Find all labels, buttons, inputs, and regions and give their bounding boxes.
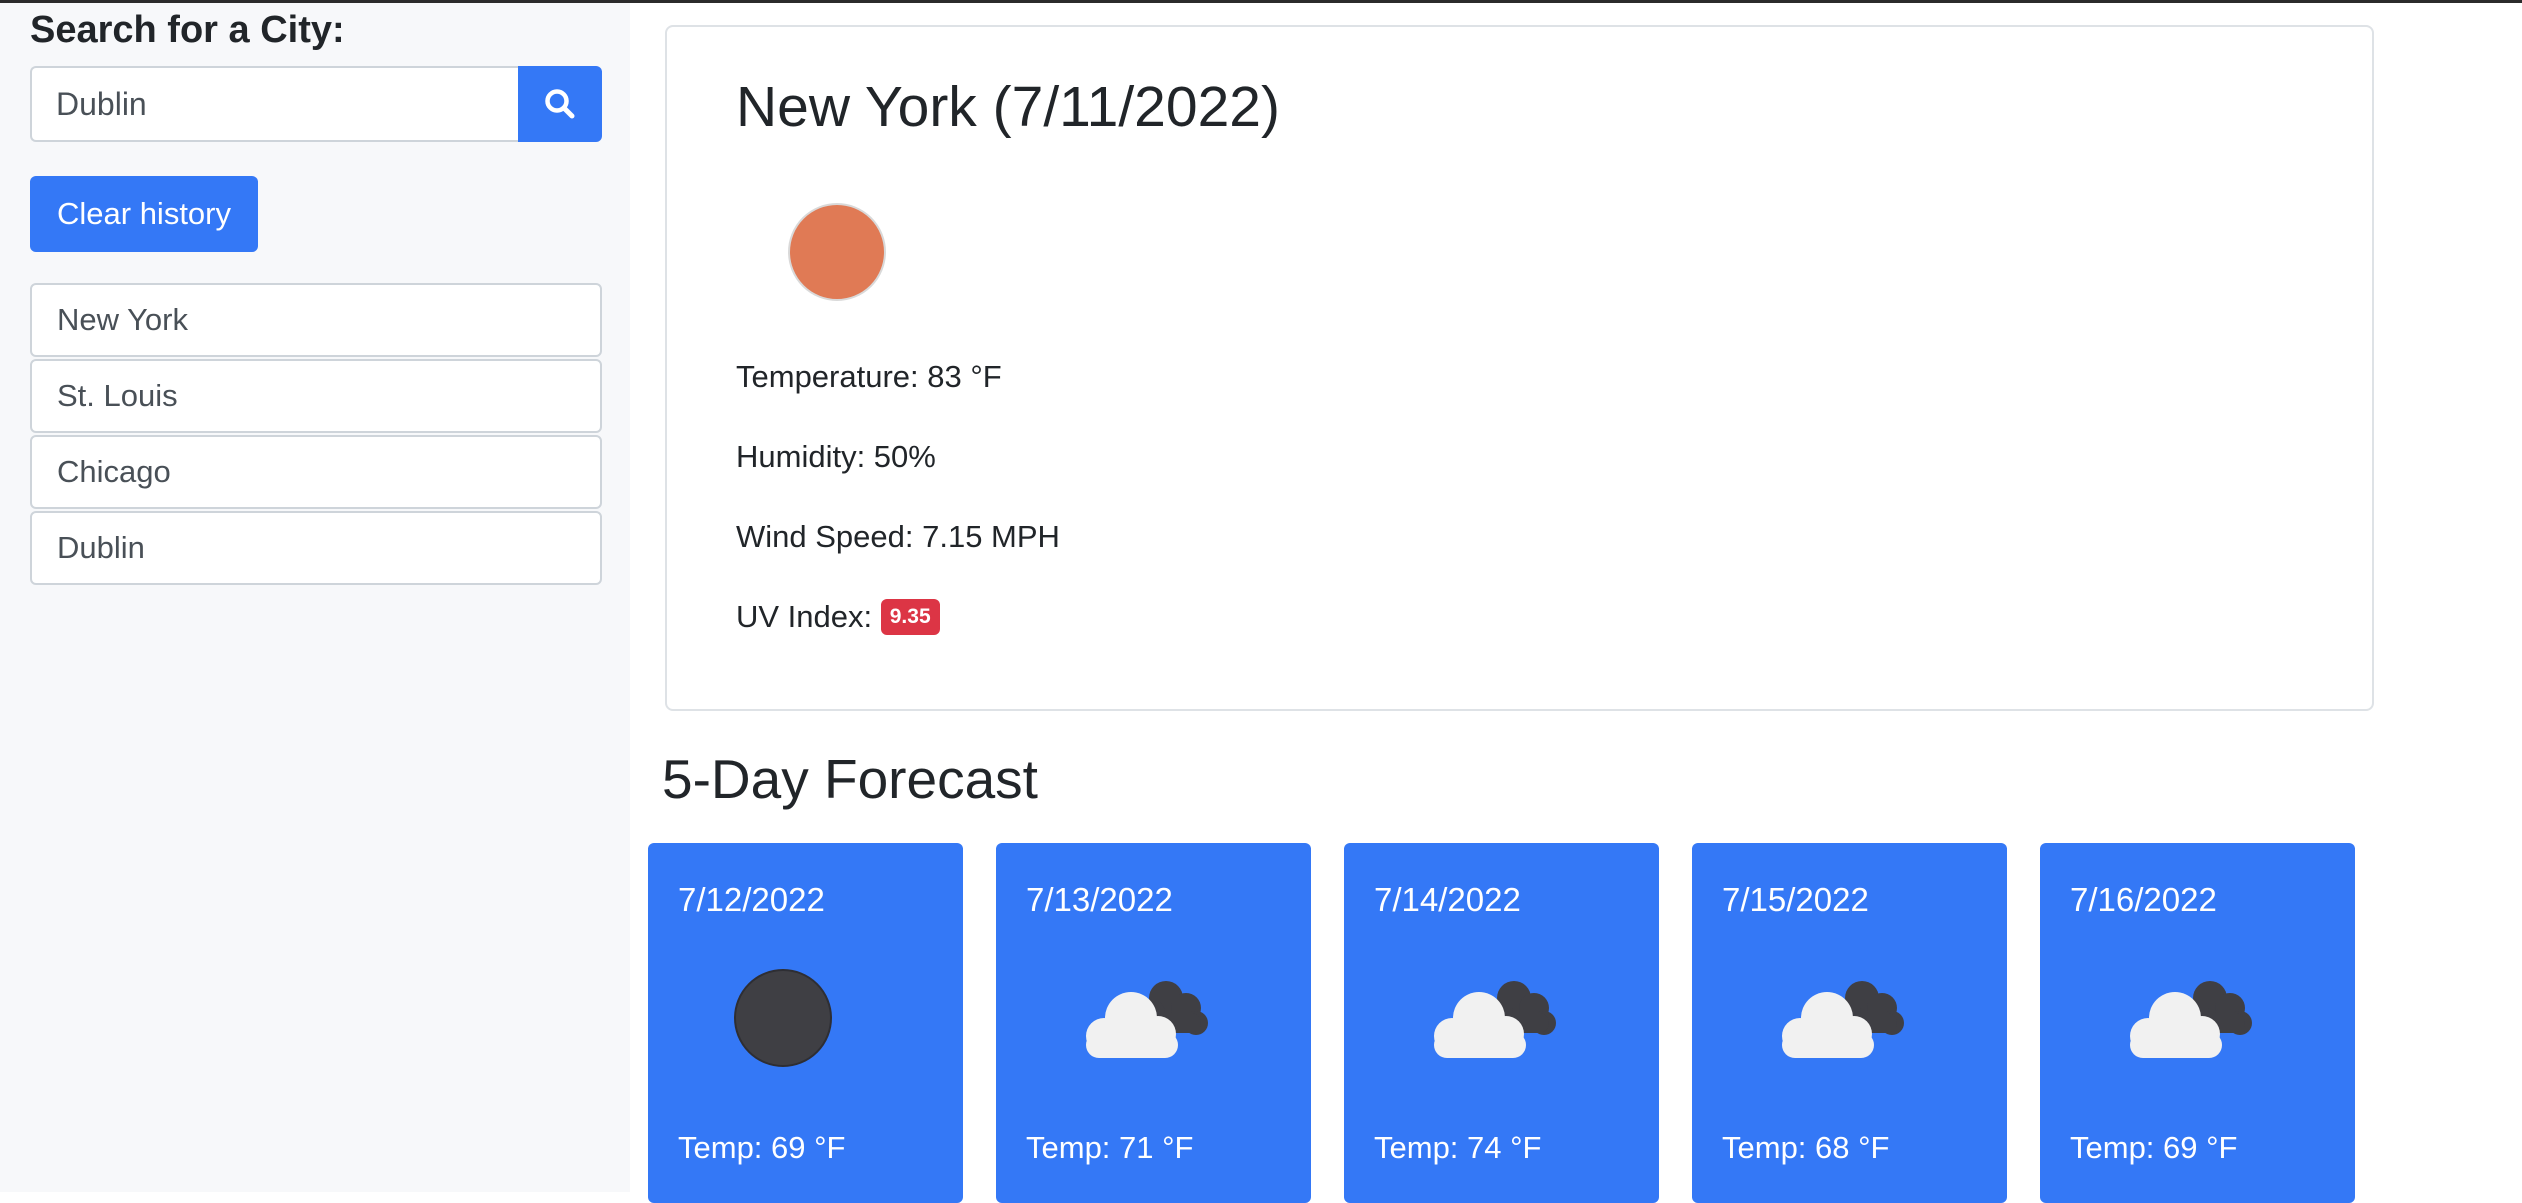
forecast-temp: Temp: 71 °F bbox=[1026, 1130, 1194, 1165]
history-item-chicago[interactable]: Chicago bbox=[30, 435, 602, 509]
history-item-new-york[interactable]: New York bbox=[30, 283, 602, 357]
clear-night-icon bbox=[734, 969, 832, 1067]
forecast-date: 7/16/2022 bbox=[2070, 881, 2217, 918]
forecast-temp: Temp: 74 °F bbox=[1374, 1130, 1542, 1165]
forecast-temp: Temp: 69 °F bbox=[678, 1130, 846, 1165]
forecast-card: 7/14/2022 Temp: 74 °F bbox=[1344, 843, 1659, 1203]
search-icon bbox=[545, 89, 575, 119]
current-humidity: Humidity: 50% bbox=[736, 439, 936, 474]
broken-clouds-icon bbox=[1086, 981, 1208, 1058]
forecast-temp: Temp: 68 °F bbox=[1722, 1130, 1890, 1165]
current-wind-speed: Wind Speed: 7.15 MPH bbox=[736, 519, 1060, 554]
forecast-date: 7/14/2022 bbox=[1374, 881, 1521, 918]
forecast-temp: Temp: 69 °F bbox=[2070, 1130, 2238, 1165]
uv-index-badge: 9.35 bbox=[880, 598, 940, 635]
forecast-card: 7/13/2022 Temp: 71 °F bbox=[996, 843, 1311, 1203]
forecast-date: 7/13/2022 bbox=[1026, 881, 1173, 918]
current-uv-index: UV Index: 9.35 bbox=[736, 597, 940, 637]
search-button[interactable] bbox=[518, 66, 602, 142]
clear-day-sun-icon bbox=[788, 203, 886, 301]
search-form bbox=[30, 66, 602, 142]
clear-history-button[interactable]: Clear history bbox=[30, 176, 258, 252]
history-item-st-louis[interactable]: St. Louis bbox=[30, 359, 602, 433]
sidebar: Search for a City: Clear history New Yor… bbox=[0, 3, 630, 1192]
current-city-title: New York (7/11/2022) bbox=[736, 75, 1280, 139]
forecast-card: 7/12/2022 Temp: 69 °F bbox=[648, 843, 963, 1203]
history-item-dublin[interactable]: Dublin bbox=[30, 511, 602, 585]
forecast-cards: 7/12/2022 Temp: 69 °F 7/13/2022 Temp: 71… bbox=[648, 843, 2355, 1203]
forecast-date: 7/15/2022 bbox=[1722, 881, 1869, 918]
current-weather-card: New York (7/11/2022) Temperature: 83 °F … bbox=[665, 25, 2374, 711]
broken-clouds-icon bbox=[1434, 981, 1556, 1058]
broken-clouds-icon bbox=[1782, 981, 1904, 1058]
forecast-title: 5-Day Forecast bbox=[662, 748, 1038, 810]
search-label: Search for a City: bbox=[30, 9, 345, 51]
uv-index-label: UV Index: bbox=[736, 599, 873, 634]
forecast-card: 7/15/2022 Temp: 68 °F bbox=[1692, 843, 2007, 1203]
search-input[interactable] bbox=[30, 66, 520, 142]
current-temperature: Temperature: 83 °F bbox=[736, 359, 1002, 394]
search-history-list: New York St. Louis Chicago Dublin bbox=[30, 283, 602, 587]
forecast-card: 7/16/2022 Temp: 69 °F bbox=[2040, 843, 2355, 1203]
forecast-date: 7/12/2022 bbox=[678, 881, 825, 918]
broken-clouds-icon bbox=[2130, 981, 2252, 1058]
